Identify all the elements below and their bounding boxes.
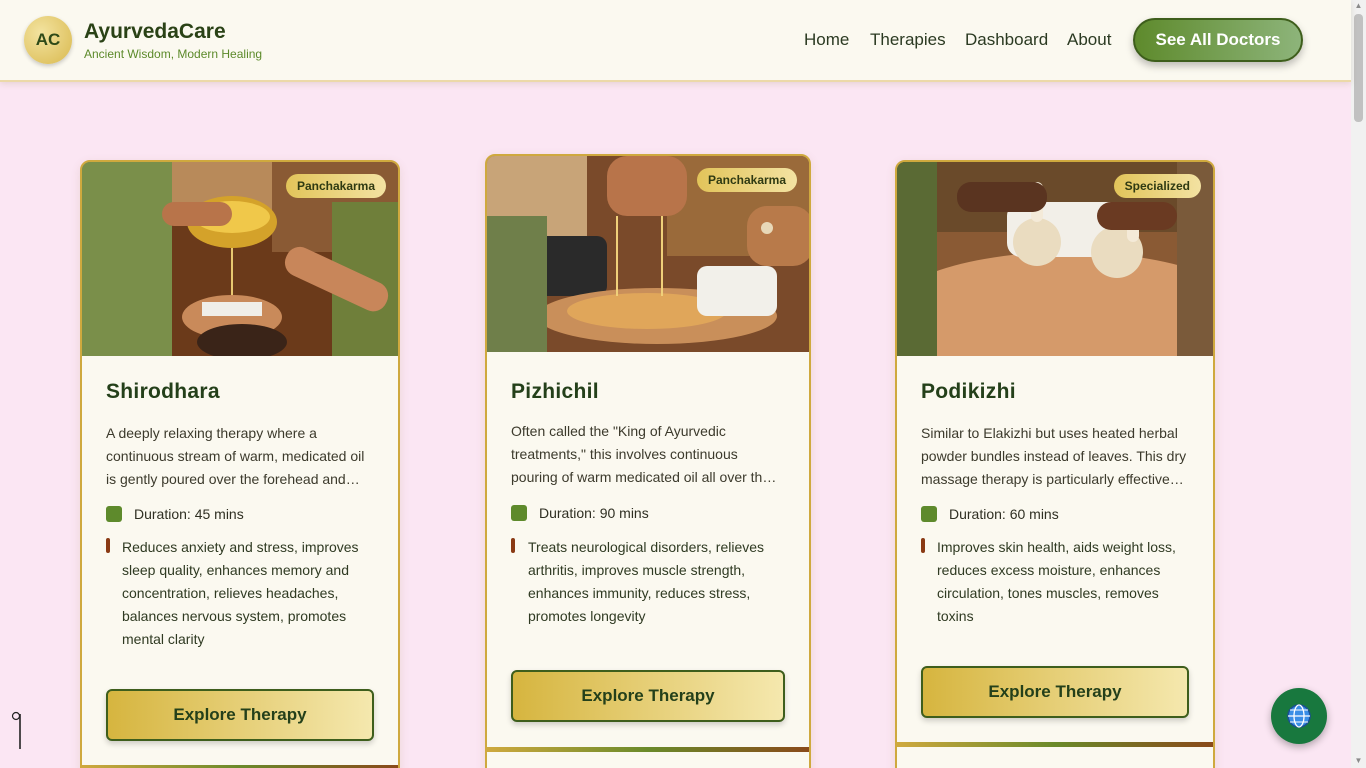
- explore-therapy-button[interactable]: Explore Therapy: [511, 670, 785, 722]
- nav-home[interactable]: Home: [804, 30, 849, 50]
- duration-text: Duration: 60 mins: [949, 506, 1059, 522]
- therapy-title: Shirodhara: [106, 380, 220, 403]
- category-badge: Panchakarma: [696, 168, 797, 192]
- therapy-benefits: Improves skin health, aids weight loss, …: [921, 536, 1189, 628]
- scroll-down-arrow-icon[interactable]: ▼: [1354, 757, 1363, 765]
- therapy-benefits: Treats neurological disorders, relieves …: [511, 536, 785, 628]
- category-badge: Specialized: [1113, 174, 1201, 198]
- therapy-title: Pizhichil: [511, 380, 599, 403]
- card-bottom-stripe: [897, 742, 1213, 747]
- therapy-image: Panchakarma: [487, 156, 809, 352]
- nav-about[interactable]: About: [1067, 30, 1111, 50]
- therapy-image: Panchakarma: [82, 162, 398, 356]
- therapy-benefits: Reduces anxiety and stress, improves sle…: [106, 536, 374, 651]
- see-all-doctors-button[interactable]: See All Doctors: [1133, 18, 1303, 62]
- scroll-up-arrow-icon[interactable]: ▲: [1354, 2, 1363, 10]
- duration-text: Duration: 45 mins: [134, 506, 244, 522]
- text-cursor-icon: [11, 711, 21, 749]
- therapy-description: A deeply relaxing therapy where a contin…: [106, 425, 365, 487]
- language-globe-button[interactable]: [1271, 688, 1327, 744]
- therapy-duration: Duration: 60 mins: [921, 506, 1189, 522]
- brand-name[interactable]: AyurvedaCare: [84, 20, 226, 44]
- duration-square-icon: [511, 505, 527, 521]
- duration-square-icon: [921, 506, 937, 522]
- category-badge: Panchakarma: [285, 174, 386, 198]
- benefit-accent-bar: [106, 538, 110, 553]
- page-scrollbar[interactable]: ▲ ▼: [1351, 0, 1366, 768]
- nav-dashboard[interactable]: Dashboard: [965, 30, 1048, 50]
- therapy-image: Specialized: [897, 162, 1213, 356]
- brand-tagline: Ancient Wisdom, Modern Healing: [84, 47, 263, 61]
- benefits-text: Reduces anxiety and stress, improves sle…: [122, 539, 359, 647]
- therapy-duration: Duration: 45 mins: [106, 506, 374, 522]
- scrollbar-thumb[interactable]: [1354, 14, 1363, 122]
- therapy-description: Similar to Elakizhi but uses heated herb…: [921, 425, 1187, 487]
- logo-badge[interactable]: AC: [24, 16, 72, 64]
- globe-icon: [1287, 704, 1311, 728]
- benefit-accent-bar: [921, 538, 925, 553]
- therapy-duration: Duration: 90 mins: [511, 505, 785, 521]
- nav-therapies[interactable]: Therapies: [870, 30, 946, 50]
- therapy-card-shirodhara: Panchakarma Shirodhara A deeply relaxing…: [80, 160, 400, 768]
- top-header: AC AyurvedaCare Ancient Wisdom, Modern H…: [0, 0, 1351, 82]
- card-body: Pizhichil Often called the "King of Ayur…: [487, 380, 809, 628]
- benefit-accent-bar: [511, 538, 515, 553]
- explore-therapy-button[interactable]: Explore Therapy: [921, 666, 1189, 718]
- therapy-description: Often called the "King of Ayurvedic trea…: [511, 423, 777, 485]
- explore-therapy-button[interactable]: Explore Therapy: [106, 689, 374, 741]
- card-body: Podikizhi Similar to Elakizhi but uses h…: [897, 380, 1213, 628]
- duration-square-icon: [106, 506, 122, 522]
- duration-text: Duration: 90 mins: [539, 505, 649, 521]
- therapy-card-pizhichil: Panchakarma Pizhichil Often called the "…: [485, 154, 811, 768]
- therapy-card-podikizhi: Specialized Podikizhi Similar to Elakizh…: [895, 160, 1215, 768]
- card-bottom-stripe: [487, 747, 809, 752]
- benefits-text: Treats neurological disorders, relieves …: [528, 539, 765, 624]
- card-body: Shirodhara A deeply relaxing therapy whe…: [82, 380, 398, 651]
- therapy-title: Podikizhi: [921, 380, 1016, 403]
- benefits-text: Improves skin health, aids weight loss, …: [937, 539, 1176, 624]
